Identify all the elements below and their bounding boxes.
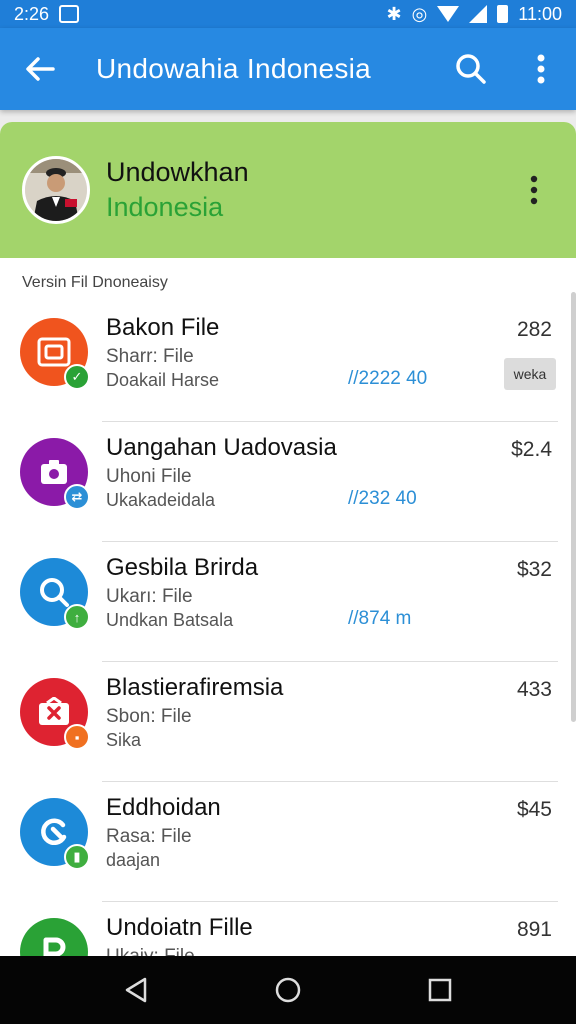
file-name: Gesbila Brirda (106, 554, 259, 581)
refresh-icon (41, 818, 67, 845)
account-more-button[interactable] (514, 160, 554, 220)
file-icon-wrap: ▮ (20, 798, 90, 870)
list-item[interactable]: ↑ Gesbila Brirda Ukarı: File Undkan Bats… (0, 542, 576, 662)
notification-icon (59, 5, 80, 23)
nav-back-icon (125, 977, 147, 1003)
list-item[interactable]: ▮ Eddhoidan Rasa: File daajan $45 (0, 782, 576, 902)
file-type: Rasa: File (106, 826, 192, 847)
list-item[interactable]: Undoiatn Fille Ukaiy: File 891 (0, 902, 576, 962)
nav-back-button[interactable] (106, 960, 166, 1020)
status-left-text: 2:26 (14, 3, 50, 24)
file-name: Undoiatn Fille (106, 914, 253, 941)
file-link[interactable]: //232 40 (348, 488, 417, 510)
account-name: Undowkhan (106, 157, 249, 187)
file-name: Uangahan Uadovasia (106, 434, 337, 461)
list-item[interactable]: ⇄ Uangahan Uadovasia Uhoni File Ukakadei… (0, 422, 576, 542)
wifi-icon (437, 6, 460, 22)
more-vertical-icon (537, 54, 545, 84)
account-header[interactable]: Undowkhan Indonesia (0, 122, 576, 258)
nav-home-button[interactable] (258, 960, 318, 1020)
file-type: Sharr: File (106, 346, 194, 367)
file-name: Bakon File (106, 314, 220, 341)
signal-icon (469, 5, 488, 23)
file-icon-wrap: ⇄ (20, 438, 90, 510)
image-delete-icon (39, 697, 69, 725)
battery-icon (497, 5, 509, 23)
lock-icon: ▮ (64, 844, 90, 870)
folder-icon: ▪ (64, 724, 90, 750)
system-nav-bar (0, 956, 576, 1024)
account-subtitle: Indonesia (106, 192, 224, 222)
nav-home-icon (275, 977, 301, 1003)
file-icon-wrap: ▪ (20, 678, 90, 750)
file-link[interactable]: //2222 40 (348, 368, 427, 390)
list-item[interactable]: ▪ Blastierafiremsia Sbon: File Sika 433 (0, 662, 576, 782)
file-name: Blastierafiremsia (106, 674, 284, 701)
file-price: 433 (516, 678, 552, 701)
file-name: Eddhoidan (106, 794, 221, 821)
more-vertical-icon (530, 175, 538, 205)
status-bar: 2:26 ✱ ◎ 11:00 (0, 0, 576, 28)
file-meta: Sika (106, 730, 142, 750)
file-price: $2.4 (511, 438, 552, 461)
file-meta: daajan (106, 850, 161, 870)
status-time: 11:00 (518, 3, 562, 24)
search-button[interactable] (436, 28, 506, 110)
back-button[interactable] (0, 28, 80, 110)
upload-icon: ↑ (64, 604, 90, 630)
file-type: Ukarı: File (106, 586, 193, 607)
search-icon (456, 54, 486, 84)
file-chip[interactable]: weka (504, 358, 556, 390)
magnifier-icon (40, 578, 69, 607)
file-link[interactable]: //874 m (348, 608, 411, 630)
profile-photo (25, 159, 87, 221)
avatar (22, 156, 90, 224)
file-price: $32 (516, 558, 552, 581)
file-price: 891 (516, 918, 552, 941)
file-list-card: Undowkhan Indonesia Versin Fil Dnoneaisy… (0, 122, 576, 962)
arrow-left-icon (26, 57, 55, 81)
check-icon: ✓ (64, 364, 90, 390)
file-icon-wrap: ↑ (20, 558, 90, 630)
camera-icon (41, 460, 67, 484)
file-type: Sbon: File (106, 706, 192, 727)
file-meta: Undkan Batsala (106, 610, 234, 630)
document-icon (37, 337, 71, 367)
nav-recents-icon (428, 978, 452, 1002)
alarm-icon: ◎ (411, 3, 428, 24)
sync-icon: ⇄ (64, 484, 90, 510)
file-price: $45 (516, 798, 552, 821)
file-price: 282 (516, 318, 552, 341)
page-title: Undowahia Indonesia (96, 53, 372, 84)
list-item[interactable]: ✓ Bakon File Sharr: File Doakail Harse /… (0, 302, 576, 422)
scrollbar[interactable] (571, 292, 576, 722)
nav-recents-button[interactable] (410, 960, 470, 1020)
bluetooth-icon: ✱ (386, 3, 402, 24)
app-bar: Undowahia Indonesia (0, 28, 576, 110)
section-label: Versin Fil Dnoneaisy (22, 274, 168, 291)
file-meta: Ukakadeidala (106, 490, 216, 510)
overflow-menu-button[interactable] (506, 28, 576, 110)
file-icon-wrap: ✓ (20, 318, 90, 390)
file-type: Uhoni File (106, 466, 192, 487)
file-meta: Doakail Harse (106, 370, 220, 390)
